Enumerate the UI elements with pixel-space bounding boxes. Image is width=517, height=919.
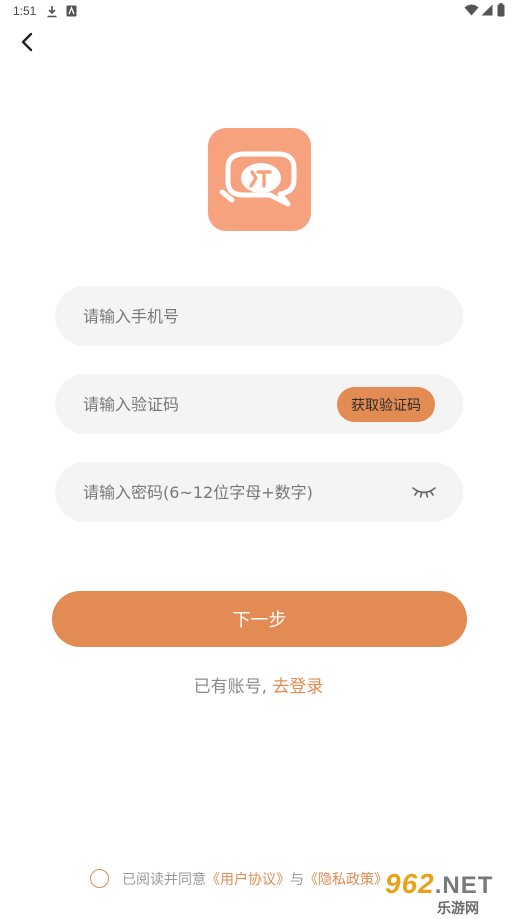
go-login-link[interactable]: 去登录 xyxy=(272,677,323,697)
app-notification-icon xyxy=(66,5,77,17)
login-prompt: 已有账号, 去登录 xyxy=(0,672,517,697)
site-watermark: 962.NET 乐游网 xyxy=(385,868,517,917)
battery-icon xyxy=(497,3,505,17)
app-logo xyxy=(208,128,311,231)
password-visibility-toggle[interactable] xyxy=(411,484,437,500)
agreement-text: 已阅读并同意《用户协议》与《隐私政策》 xyxy=(122,869,388,889)
phone-field xyxy=(55,286,463,346)
agreement-prefix: 已阅读并同意 xyxy=(122,872,206,888)
chat-bubbles-logo xyxy=(219,151,297,207)
watermark-domain: .NET xyxy=(434,872,494,899)
wifi-icon xyxy=(464,4,479,16)
user-agreement-link[interactable]: 《用户协议》 xyxy=(206,872,290,888)
status-bar: 1:51 xyxy=(0,0,517,24)
privacy-policy-link[interactable]: 《隐私政策》 xyxy=(304,872,388,888)
chevron-left-icon xyxy=(21,32,33,52)
code-field: 获取验证码 xyxy=(55,374,463,434)
next-step-button[interactable]: 下一步 xyxy=(52,591,467,647)
status-time: 1:51 xyxy=(13,4,37,18)
get-code-button[interactable]: 获取验证码 xyxy=(337,387,435,422)
password-field xyxy=(55,462,463,522)
signal-icon xyxy=(481,4,493,16)
download-icon xyxy=(47,6,57,18)
watermark-number: 962.NET xyxy=(385,868,494,899)
login-prompt-text: 已有账号, xyxy=(193,677,273,697)
back-button[interactable] xyxy=(14,28,42,56)
phone-input[interactable] xyxy=(83,286,333,346)
agreement-conjunction: 与 xyxy=(290,872,304,888)
eye-closed-icon xyxy=(412,487,436,498)
password-input[interactable] xyxy=(83,462,403,522)
agreement-checkbox[interactable] xyxy=(90,869,109,888)
verification-code-input[interactable] xyxy=(83,374,333,434)
watermark-site-name: 乐游网 xyxy=(437,901,479,917)
